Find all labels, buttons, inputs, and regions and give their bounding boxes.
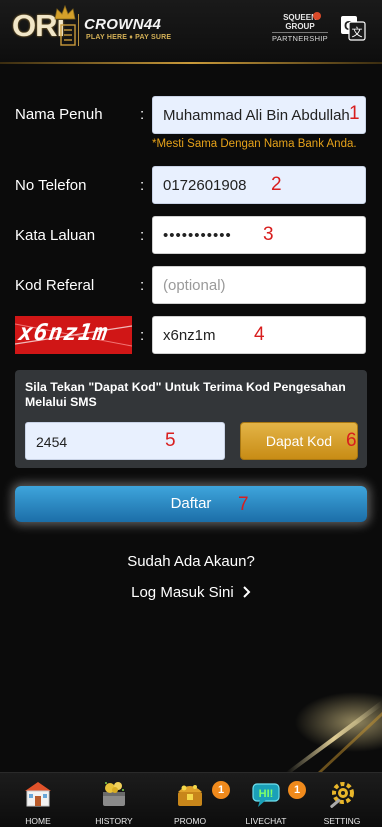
nav-livechat-label: LIVECHAT — [245, 816, 287, 826]
phone-input[interactable]: 0172601908 — [152, 166, 366, 204]
partner-line1: SQUEEN — [283, 13, 317, 22]
registration-page: ORi CROWN44 PLAY HERE ♦ PAY SURE SQUEEN … — [0, 0, 382, 827]
home-icon — [25, 782, 51, 807]
step-marker-5: 5 — [165, 430, 176, 451]
history-icon — [103, 782, 125, 806]
password-colon: : — [140, 227, 145, 244]
referral-label: Kod Referal — [15, 277, 95, 294]
login-link-label: Log Masuk Sini — [131, 584, 234, 601]
step-marker-3: 3 — [263, 224, 274, 245]
full-name-hint: *Mesti Sama Dengan Nama Bank Anda. — [152, 138, 357, 150]
logo-divider — [78, 14, 79, 46]
step-marker-2: 2 — [271, 174, 282, 195]
phone-colon: : — [140, 177, 145, 194]
nav-livechat[interactable]: HI! 1 LIVECHAT — [228, 773, 306, 827]
logo-tagline: PLAY HERE ♦ PAY SURE — [86, 34, 172, 41]
step-marker-1: 1 — [349, 103, 360, 124]
nav-promo-label: PROMO — [173, 816, 207, 826]
nav-home[interactable]: HOME — [0, 773, 76, 827]
promo-icon — [178, 785, 202, 806]
logo-crown44-text: CROWN44 — [84, 16, 162, 33]
sms-instruction: Sila Tekan "Dapat Kod" Untuk Terima Kod … — [25, 380, 346, 409]
sms-verification-box: Sila Tekan "Dapat Kod" Untuk Terima Kod … — [15, 370, 367, 468]
referral-colon: : — [140, 277, 145, 294]
nav-setting-label: SETTING — [323, 816, 361, 826]
password-input[interactable]: ••••••••••• — [152, 216, 366, 254]
step-marker-7: 7 — [238, 494, 249, 515]
captcha-text: x6nz1m — [17, 320, 110, 346]
svg-text:HI!: HI! — [259, 788, 274, 800]
full-name-label: Nama Penuh — [15, 106, 103, 123]
nav-history-label: HISTORY — [95, 816, 133, 826]
nav-history[interactable]: HISTORY — [76, 773, 152, 827]
step-marker-4: 4 — [254, 324, 265, 345]
bottom-navigation: HOME HISTORY 1 PROMO HI! 1 LIVECHAT SETT… — [0, 772, 382, 827]
squeen-emblem-icon — [313, 12, 321, 20]
partner-line3: PARTNERSHIP — [272, 34, 328, 43]
svg-text:文: 文 — [352, 25, 363, 39]
setting-icon — [330, 782, 354, 808]
get-code-button[interactable]: Dapat Kod — [240, 422, 358, 460]
header-divider — [0, 62, 382, 64]
step-marker-6: 6 — [346, 430, 357, 451]
crown44-emblem-icon — [60, 24, 76, 46]
captcha-colon: : — [140, 327, 145, 344]
google-translate-icon[interactable]: G 文 — [340, 15, 366, 41]
phone-label: No Telefon — [15, 177, 87, 194]
sms-code-input[interactable]: 2454 — [25, 422, 225, 460]
password-label: Kata Laluan — [15, 227, 96, 244]
captcha-image[interactable]: x6nz1m — [15, 316, 132, 354]
full-name-colon: : — [140, 106, 145, 123]
login-link[interactable]: Log Masuk Sini — [0, 584, 382, 601]
partner-divider — [272, 32, 328, 33]
livechat-icon: HI! — [252, 783, 280, 807]
top-header: ORi CROWN44 PLAY HERE ♦ PAY SURE SQUEEN … — [0, 0, 382, 62]
chevron-right-icon — [243, 586, 251, 598]
full-name-input[interactable]: Muhammad Ali Bin Abdullah — [152, 96, 366, 134]
crown-icon — [54, 5, 76, 20]
nav-setting[interactable]: SETTING — [304, 773, 380, 827]
register-button[interactable]: Daftar — [15, 486, 367, 522]
referral-input[interactable]: (optional) — [152, 266, 366, 304]
squeen-partner-logo: SQUEEN GROUP PARTNERSHIP — [268, 13, 332, 47]
nav-home-label: HOME — [25, 816, 51, 826]
nav-promo[interactable]: 1 PROMO — [152, 773, 230, 827]
have-account-text: Sudah Ada Akaun? — [127, 553, 255, 570]
partner-line2: GROUP — [285, 22, 315, 31]
